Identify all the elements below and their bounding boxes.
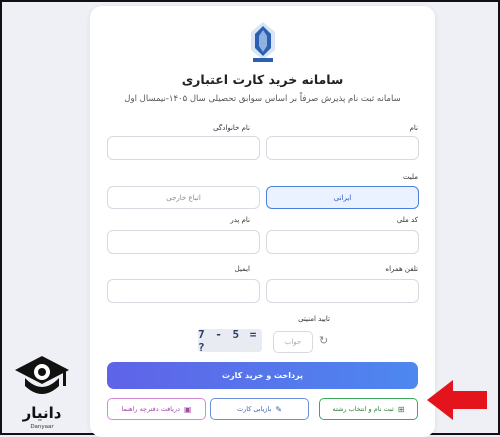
register-button-label: ثبت نام و انتخاب رشته bbox=[332, 405, 394, 413]
recover-card-button[interactable]: ✎ بازیابی کارت bbox=[210, 398, 309, 420]
captcha-image: 7 - 5 = ? bbox=[198, 329, 262, 352]
email-label: ایمیل bbox=[234, 265, 250, 273]
mobile-input[interactable] bbox=[266, 279, 419, 303]
recover-card-label: بازیابی کارت bbox=[236, 405, 272, 413]
last-name-label: نام خانوادگی bbox=[213, 124, 250, 132]
university-logo-icon bbox=[251, 22, 275, 62]
father-name-input[interactable] bbox=[107, 230, 260, 254]
guide-download-button[interactable]: ▣ دریافت دفترچه راهنما bbox=[107, 398, 206, 420]
plus-square-icon: ⊞ bbox=[397, 404, 405, 414]
father-name-label: نام پدر bbox=[230, 216, 250, 224]
refresh-icon[interactable]: ↻ bbox=[319, 335, 331, 347]
nationality-option-iranian[interactable]: ایرانی bbox=[266, 186, 419, 209]
captcha-label: تایید امنیتی bbox=[298, 315, 330, 323]
first-name-input[interactable] bbox=[266, 136, 419, 160]
brand-name: دانیار bbox=[22, 404, 62, 422]
captcha-input[interactable]: جواب bbox=[273, 331, 313, 353]
form-card: سامانه خرید کارت اعتباری سامانه ثبت نام … bbox=[90, 6, 435, 437]
page-subtitle: سامانه ثبت نام پذیرش صرفاً بر اساس سوابق… bbox=[124, 94, 401, 104]
register-button[interactable]: ⊞ ثبت نام و انتخاب رشته bbox=[319, 398, 418, 420]
mobile-label: تلفن همراه bbox=[385, 265, 418, 273]
guide-download-label: دریافت دفترچه راهنما bbox=[121, 405, 181, 413]
national-code-label: کد ملی bbox=[396, 216, 418, 224]
nationality-option-foreign[interactable]: اتباع خارجی bbox=[107, 186, 260, 209]
nationality-label: ملیت bbox=[402, 173, 418, 181]
brand-logo: دانیار Danyaar bbox=[7, 352, 77, 434]
page-title: سامانه خرید کارت اعتباری bbox=[181, 72, 344, 87]
image-icon: ▣ bbox=[184, 404, 192, 414]
last-name-input[interactable] bbox=[107, 136, 260, 160]
pencil-icon: ✎ bbox=[275, 404, 283, 414]
first-name-label: نام bbox=[409, 124, 418, 132]
national-code-input[interactable] bbox=[266, 230, 419, 254]
graduation-cap-icon bbox=[15, 356, 69, 394]
brand-latin: Danyaar bbox=[30, 424, 54, 430]
email-input[interactable] bbox=[107, 279, 260, 303]
red-arrow-icon bbox=[427, 380, 487, 420]
pay-and-buy-button[interactable]: پرداخت و خرید کارت bbox=[107, 362, 418, 389]
